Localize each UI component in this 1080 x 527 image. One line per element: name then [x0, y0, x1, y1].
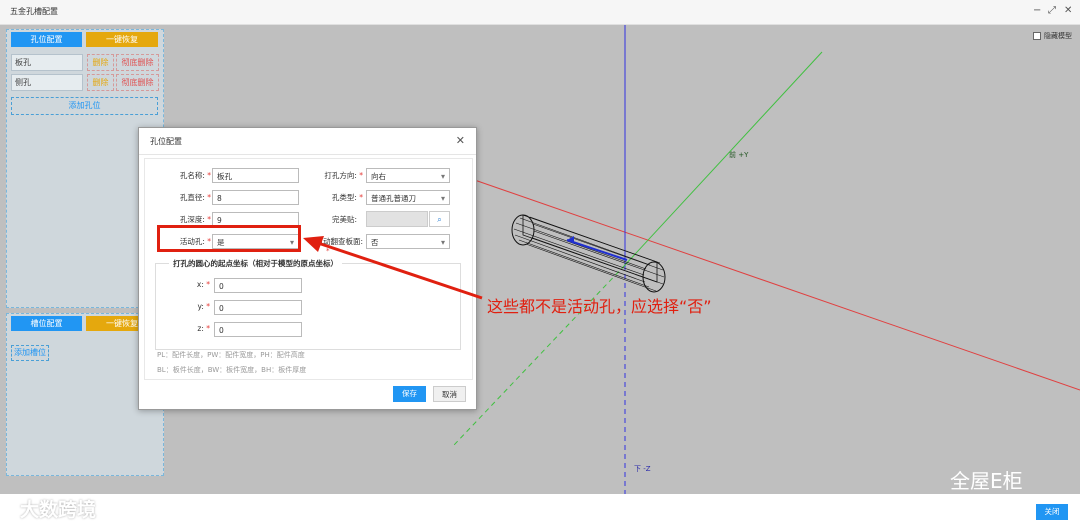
hide-model-toggle[interactable]: 隐藏模型 [1033, 31, 1072, 41]
footer-bar [0, 494, 1080, 527]
minimize-icon[interactable]: − [1033, 5, 1041, 17]
dialog-close-icon[interactable]: ✕ [456, 134, 465, 147]
origin-coordinates-group: 打孔的圆心的起点坐标（相对于模型的原点坐标） x: * 0 y: * 0 z: … [155, 258, 461, 350]
auto-flip-select[interactable]: 否 [366, 234, 450, 250]
active-hole-highlight-box [157, 225, 301, 252]
diameter-label: 孔直径: * [179, 193, 211, 202]
hint-part-dimensions: PL：配件长度，PW：配件宽度，PH：配件高度 [157, 351, 305, 359]
hole-config-tab[interactable]: 孔位配置 [11, 32, 82, 47]
hint-board-dimensions: BL：板件长度，BW：板件宽度，BH：板件厚度 [157, 366, 307, 374]
search-icon[interactable]: ⌕ [429, 211, 450, 227]
x-axis-line [439, 167, 1080, 391]
hole-item-board[interactable]: 板孔 [11, 54, 83, 71]
hole-type-select[interactable]: 普通孔普通刀 [366, 190, 450, 206]
perfect-fit-label: 完美贴: [331, 215, 357, 224]
required-mark: * [326, 247, 330, 255]
origin-group-title: 打孔的圆心的起点坐标（相对于模型的原点坐标） [169, 258, 342, 269]
hole-item-side[interactable]: 侧孔 [11, 74, 83, 91]
window-titlebar: 五金孔槽配置 − ⤢ ✕ [0, 0, 1080, 25]
source-watermark: 大数跨境 [20, 499, 97, 521]
direction-select[interactable]: 向右 [366, 168, 450, 184]
brand-watermark: 全屋E柜 [950, 469, 1023, 493]
z-input[interactable]: 0 [214, 322, 302, 337]
hide-model-checkbox[interactable] [1033, 32, 1041, 40]
close-icon[interactable]: ✕ [1064, 5, 1072, 17]
x-input[interactable]: 0 [214, 278, 302, 293]
z-label: z: * [197, 324, 210, 333]
x-label: x: * [196, 280, 210, 289]
save-button[interactable]: 保存 [393, 386, 426, 402]
y-input[interactable]: 0 [214, 300, 302, 315]
add-hole-button[interactable]: 添加孔位 [11, 97, 158, 115]
purge-button[interactable]: 彻底删除 [116, 74, 159, 91]
axis-y-label: 前 +Y [729, 151, 749, 159]
dialog-form: 孔名称: * 板孔 孔直径: * 8 孔深度: * 9 活动孔: * 是 打孔方… [144, 158, 473, 380]
hole-config-dialog: 孔位配置 ✕ 孔名称: * 板孔 孔直径: * 8 孔深度: * 9 活动孔: … [138, 127, 477, 410]
y-axis-line [624, 51, 823, 266]
purge-button[interactable]: 彻底删除 [116, 54, 159, 71]
perfect-fit-input[interactable] [366, 211, 428, 227]
y-axis-dashed-line [453, 264, 626, 446]
annotation-text: 这些都不是活动孔，应选择“否” [487, 297, 712, 316]
close-button[interactable]: 关闭 [1036, 504, 1068, 520]
delete-button[interactable]: 删除 [87, 54, 114, 71]
y-label: y: * [197, 302, 210, 311]
cylinder-model [511, 214, 666, 293]
direction-label: 打孔方向: * [324, 171, 363, 180]
hole-name-label: 孔名称: * [179, 171, 211, 180]
slot-config-tab[interactable]: 槽位配置 [11, 316, 82, 331]
axis-z-label: 下 -Z [634, 465, 651, 473]
hole-type-label: 孔类型: * [331, 193, 363, 202]
add-slot-button[interactable]: 添加槽位 [11, 345, 49, 361]
dialog-title: 孔位配置 [150, 137, 182, 146]
cancel-button[interactable]: 取消 [433, 386, 466, 402]
hide-model-label: 隐藏模型 [1044, 32, 1072, 40]
delete-button[interactable]: 删除 [87, 74, 114, 91]
auto-flip-label: 自动翻查板面: [315, 237, 363, 246]
maximize-icon[interactable]: ⤢ [1048, 5, 1056, 17]
window-title: 五金孔槽配置 [10, 7, 58, 16]
hole-name-input[interactable]: 板孔 [212, 168, 299, 183]
restore-all-button[interactable]: 一键恢复 [86, 32, 158, 47]
depth-label: 孔深度: * [179, 215, 211, 224]
diameter-input[interactable]: 8 [212, 190, 299, 205]
dialog-header: 孔位配置 ✕ [139, 128, 476, 155]
